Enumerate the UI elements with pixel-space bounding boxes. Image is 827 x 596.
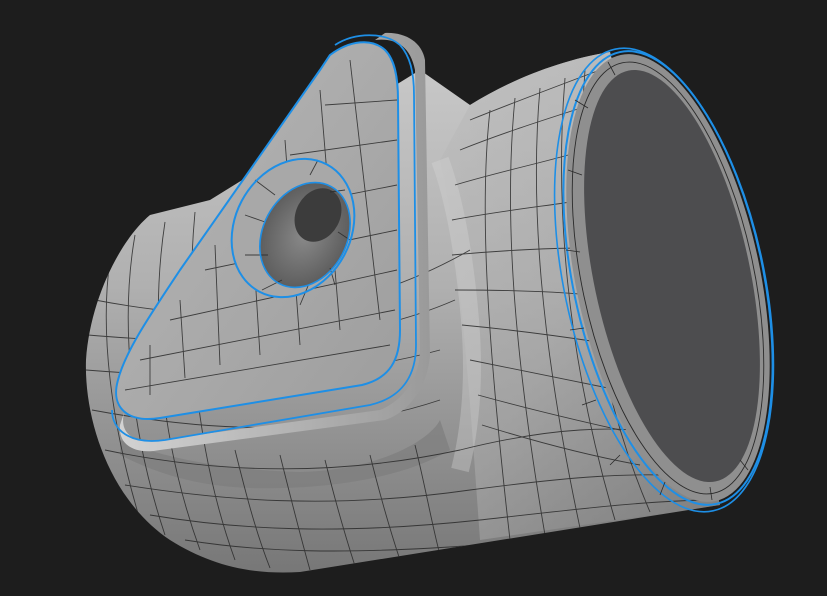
3d-viewport[interactable]: [0, 0, 827, 596]
mesh-render: [85, 32, 775, 573]
